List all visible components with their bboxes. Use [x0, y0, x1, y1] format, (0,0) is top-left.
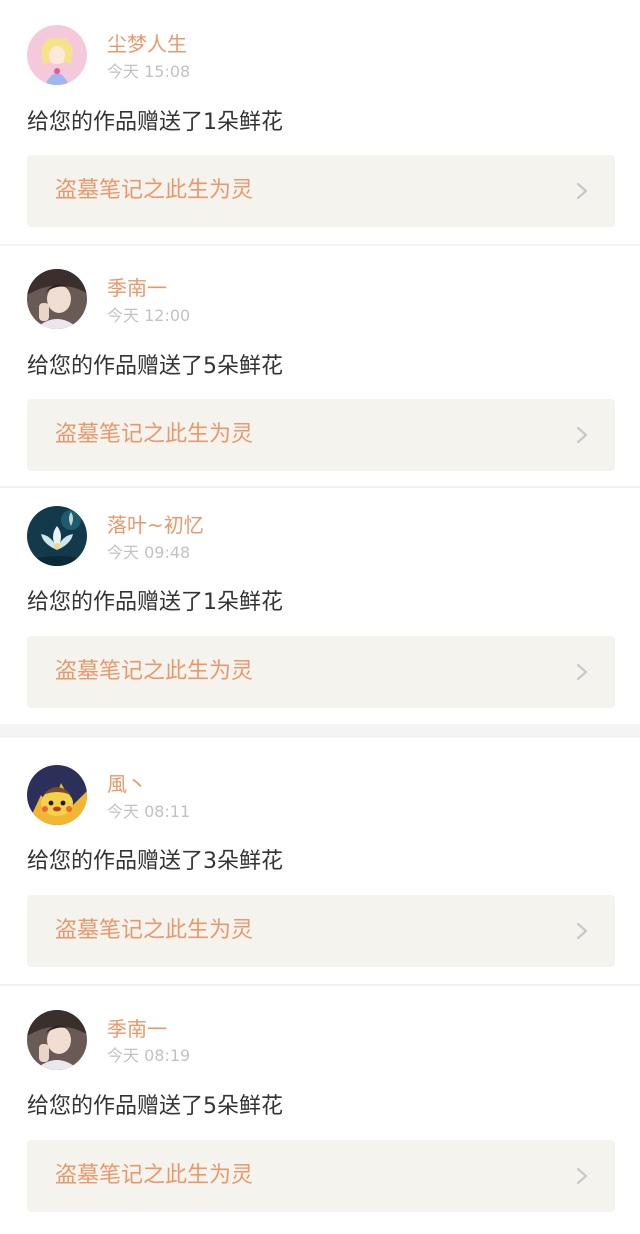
- gift-message: 给您的作品赠送了3朵鲜花: [27, 849, 283, 874]
- work-link[interactable]: 盗墓笔记之此生为灵: [27, 895, 615, 967]
- chevron-right-icon: [576, 922, 588, 940]
- work-title: 盗墓笔记之此生为灵: [55, 178, 254, 203]
- avatar[interactable]: [27, 1010, 87, 1070]
- work-link[interactable]: 盗墓笔记之此生为灵: [27, 636, 615, 708]
- timestamp: 今天 09:48: [107, 543, 191, 562]
- gift-message: 给您的作品赠送了5朵鲜花: [27, 1094, 283, 1119]
- portrait-photo-avatar-icon: [27, 269, 87, 329]
- notification-card: 落叶~初忆 今天 09:48 给您的作品赠送了1朵鲜花 盗墓笔记之此生为灵: [0, 488, 640, 724]
- avatar[interactable]: [27, 506, 87, 566]
- work-link[interactable]: 盗墓笔记之此生为灵: [27, 399, 615, 471]
- portrait-photo-avatar-icon: [27, 1010, 87, 1070]
- username[interactable]: 風丶: [107, 772, 147, 796]
- chevron-right-icon: [576, 182, 588, 200]
- timestamp: 今天 08:11: [107, 802, 191, 821]
- gift-message: 给您的作品赠送了1朵鲜花: [27, 110, 283, 135]
- username[interactable]: 季南一: [107, 276, 167, 300]
- work-link[interactable]: 盗墓笔记之此生为灵: [27, 1140, 615, 1212]
- chevron-right-icon: [576, 663, 588, 681]
- timestamp: 今天 15:08: [107, 62, 191, 81]
- work-title: 盗墓笔记之此生为灵: [55, 1163, 254, 1188]
- avatar[interactable]: [27, 269, 87, 329]
- notification-card: 尘梦人生 今天 15:08 给您的作品赠送了1朵鲜花 盗墓笔记之此生为灵: [0, 0, 640, 244]
- chevron-right-icon: [576, 426, 588, 444]
- work-title: 盗墓笔记之此生为灵: [55, 422, 254, 447]
- notification-card: 季南一 今天 08:19 给您的作品赠送了5朵鲜花 盗墓笔记之此生为灵: [0, 986, 640, 1234]
- section-separator: [0, 724, 640, 738]
- notification-card: 風丶 今天 08:11 给您的作品赠送了3朵鲜花 盗墓笔记之此生为灵: [0, 738, 640, 984]
- notification-card: 季南一 今天 12:00 给您的作品赠送了5朵鲜花 盗墓笔记之此生为灵: [0, 246, 640, 486]
- username[interactable]: 落叶~初忆: [107, 513, 204, 537]
- username[interactable]: 尘梦人生: [107, 32, 187, 56]
- work-title: 盗墓笔记之此生为灵: [55, 659, 254, 684]
- anime-character-avatar-icon: [27, 25, 87, 85]
- gift-notification-feed: 尘梦人生 今天 15:08 给您的作品赠送了1朵鲜花 盗墓笔记之此生为灵 季南一…: [0, 0, 640, 1234]
- gift-message: 给您的作品赠送了5朵鲜花: [27, 354, 283, 379]
- gift-message: 给您的作品赠送了1朵鲜花: [27, 590, 283, 615]
- chevron-right-icon: [576, 1167, 588, 1185]
- username[interactable]: 季南一: [107, 1017, 167, 1041]
- avatar[interactable]: [27, 765, 87, 825]
- timestamp: 今天 08:19: [107, 1046, 191, 1065]
- work-link[interactable]: 盗墓笔记之此生为灵: [27, 155, 615, 227]
- avatar[interactable]: [27, 25, 87, 85]
- cartoon-character-avatar-icon: [27, 765, 87, 825]
- lotus-flower-avatar-icon: [27, 506, 87, 566]
- timestamp: 今天 12:00: [107, 306, 191, 325]
- work-title: 盗墓笔记之此生为灵: [55, 918, 254, 943]
